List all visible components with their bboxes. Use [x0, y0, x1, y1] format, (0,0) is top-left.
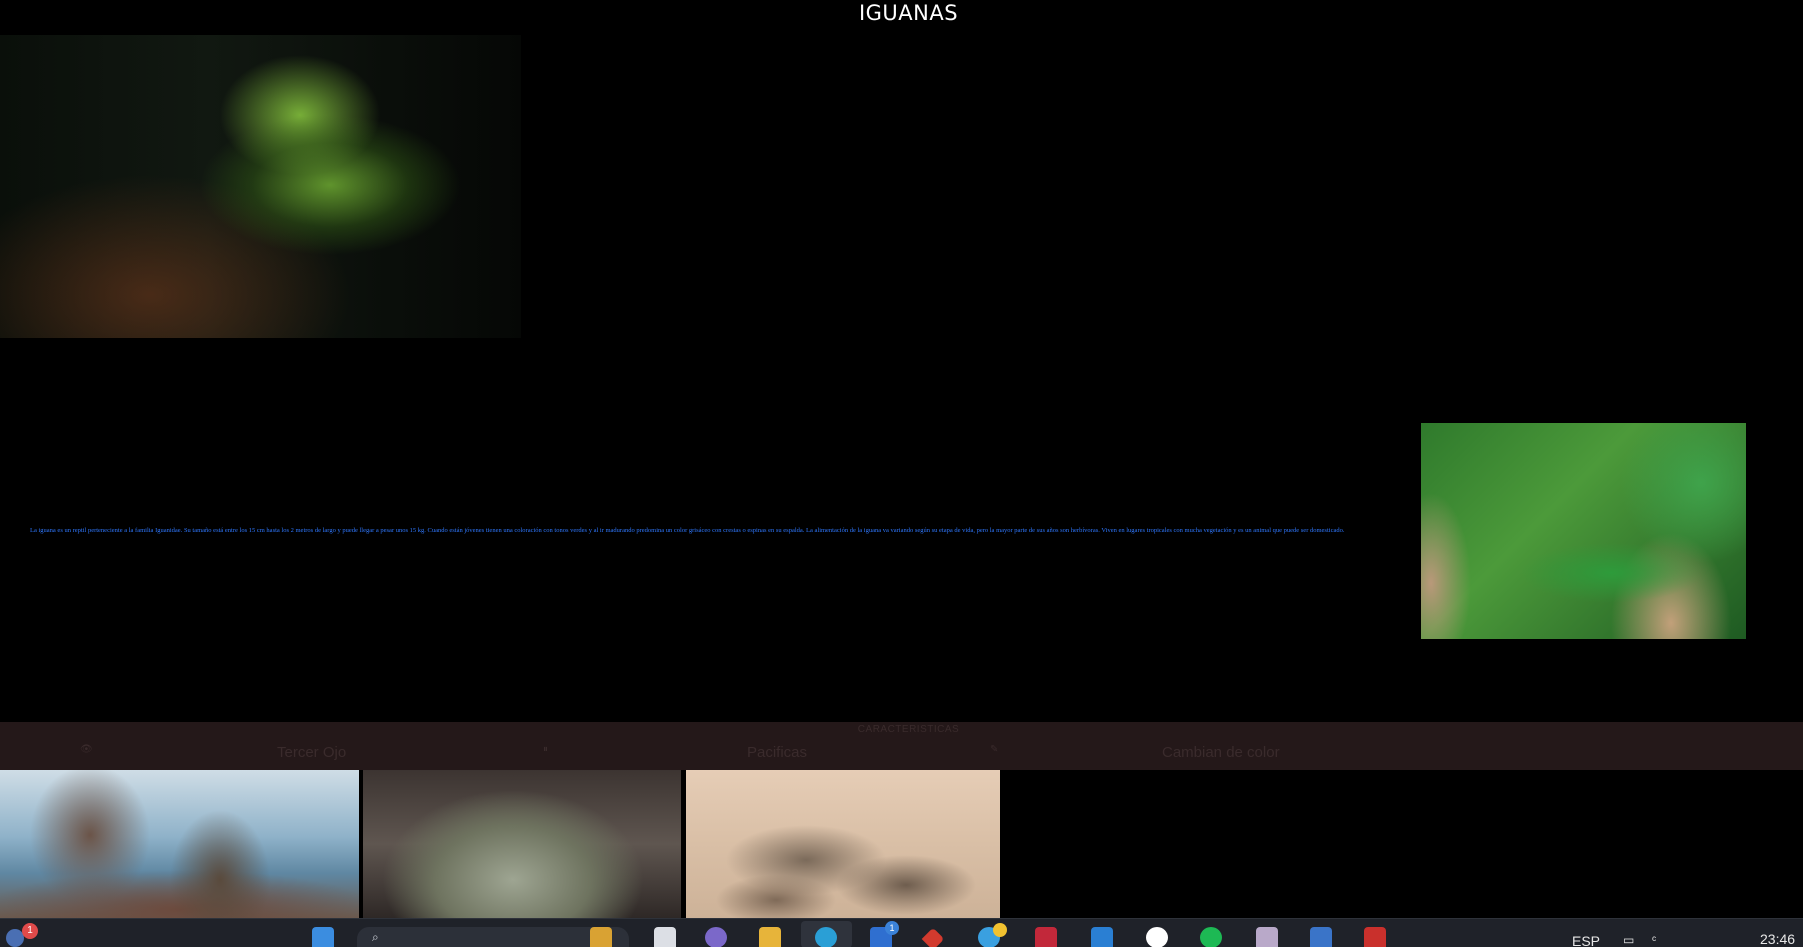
feature-color-change: ✎ Cambian de color	[990, 744, 1450, 764]
window-icon[interactable]	[1310, 927, 1332, 947]
browser-page: IGUANAS La iguana es un reptil perteneci…	[0, 0, 1803, 947]
chat-icon[interactable]	[705, 927, 727, 947]
office-icon[interactable]	[921, 927, 945, 947]
iguana-description: La iguana es un reptil perteneciente a l…	[30, 527, 1345, 534]
feature-label: Pacificas	[747, 744, 808, 761]
notification-badge: 1	[22, 923, 38, 939]
feature-label: Tercer Ojo	[277, 744, 347, 761]
outlook-badge: 1	[885, 921, 899, 935]
taskbar-search[interactable]	[357, 927, 629, 947]
page-title: IGUANAS	[858, 1, 959, 25]
search-highlight-icon	[590, 927, 612, 947]
features-bar: CARACTERISTICAS 👁 Tercer Ojo ⏸ Pacificas…	[0, 722, 1803, 770]
green-iguana-image	[1421, 423, 1746, 639]
volume-icon[interactable]: ᶜ	[1652, 933, 1656, 947]
iguana-beach-image	[0, 770, 359, 918]
app-icon[interactable]	[1146, 927, 1168, 947]
file-icon[interactable]	[654, 927, 676, 947]
vscode-icon[interactable]	[1091, 927, 1113, 947]
eye-icon: 👁	[80, 744, 93, 755]
feature-third-eye: 👁 Tercer Ojo	[0, 744, 540, 764]
pause-icon: ⏸	[543, 744, 548, 755]
folder-icon[interactable]	[759, 927, 781, 947]
paint-icon[interactable]	[1256, 927, 1278, 947]
start-icon[interactable]	[312, 927, 334, 947]
brush-icon: ✎	[990, 744, 999, 755]
wifi-icon[interactable]: ▭	[1623, 933, 1634, 947]
iguana-face-image	[363, 770, 681, 918]
iguanas-sand-image	[686, 770, 1000, 918]
clock-time[interactable]: 23:46	[1760, 931, 1795, 947]
red-app-icon[interactable]	[1364, 927, 1386, 947]
status-dot-icon	[993, 923, 1007, 937]
hero-iguana-image	[0, 35, 521, 338]
gmail-icon[interactable]	[1035, 927, 1057, 947]
spotify-icon[interactable]	[1200, 927, 1222, 947]
feature-label: Cambian de color	[1162, 744, 1280, 761]
edge-icon[interactable]	[815, 927, 837, 947]
windows-taskbar: 1 ⌕ 1 ESP ▭ ᶜ 23:46	[0, 918, 1803, 947]
search-icon: ⌕	[372, 930, 379, 944]
feature-peaceful: ⏸ Pacificas	[540, 744, 990, 764]
language-indicator[interactable]: ESP	[1572, 933, 1600, 947]
features-title: CARACTERISTICAS	[857, 724, 960, 735]
